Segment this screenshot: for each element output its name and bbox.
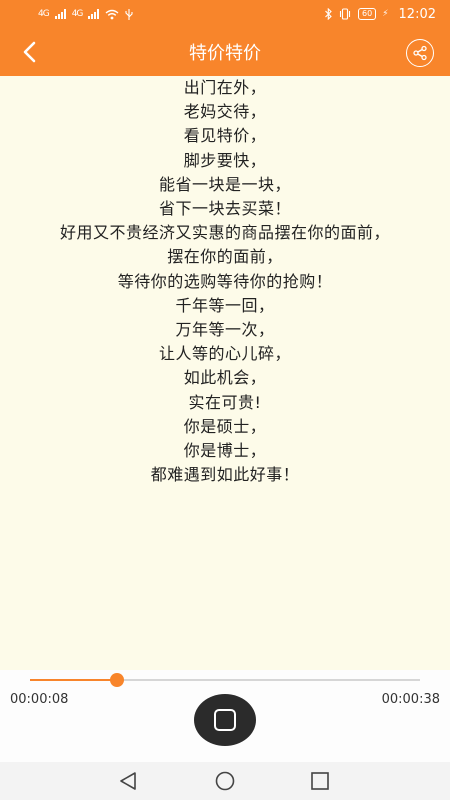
lyric-line: 你是博士， — [183, 441, 267, 461]
lyric-line: 你是硕士， — [183, 416, 267, 436]
page-title: 特价特价 — [189, 43, 261, 64]
nav-home-icon — [215, 771, 235, 791]
usb-icon — [125, 8, 133, 20]
bluetooth-icon — [325, 8, 332, 20]
status-right: 60 ⚡ 12:02 — [325, 7, 436, 22]
chevron-left-icon — [23, 41, 36, 63]
total-time: 00:00:38 — [381, 692, 440, 707]
nav-home-button[interactable] — [213, 770, 237, 792]
app-bar: 特价特价 — [0, 28, 450, 76]
stop-icon — [214, 709, 236, 731]
nav-back-icon — [120, 772, 136, 790]
nav-back-button[interactable] — [116, 770, 140, 792]
lyrics-content[interactable]: 出门在外， 老妈交待， 看见特价， 脚步要快， 能省一块是一块， 省下一块去买菜… — [0, 76, 450, 670]
lyric-line: 能省一块是一块， — [158, 174, 291, 194]
clock: 12:02 — [398, 6, 436, 22]
signal-icon-2 — [88, 9, 100, 19]
lyric-line: 都难遇到如此好事！ — [150, 465, 300, 485]
wifi-icon — [105, 9, 119, 19]
battery-icon: 60 — [358, 8, 377, 20]
nav-recents-button[interactable] — [308, 770, 332, 792]
lyric-line: 看见特价， — [183, 126, 267, 146]
signal-icon — [54, 9, 66, 19]
system-nav-bar — [0, 762, 450, 800]
stop-button[interactable] — [194, 694, 256, 746]
lyric-line: 摆在你的面前， — [167, 247, 283, 267]
sim2-label: 4G — [71, 9, 84, 19]
lyric-line: 省下一块去买菜！ — [158, 199, 291, 219]
progress-track[interactable] — [30, 673, 420, 687]
share-icon — [413, 45, 427, 61]
status-bar: 4G 4G 60 ⚡ 12:02 — [0, 0, 450, 28]
nav-recents-icon — [311, 772, 329, 790]
progress-thumb[interactable] — [110, 673, 125, 687]
status-left: 4G 4G — [38, 8, 133, 20]
back-button[interactable] — [18, 40, 42, 64]
audio-player: 00:00:08 00:00:38 — [0, 670, 450, 762]
lyric-line: 老妈交待， — [183, 102, 267, 122]
lyric-line: 出门在外， — [183, 78, 267, 97]
lyric-line: 等待你的选购等待你的抢购！ — [117, 271, 333, 291]
share-button[interactable] — [406, 39, 434, 67]
lyric-line: 实在可贵! — [188, 392, 262, 412]
lyric-line: 千年等一回， — [175, 295, 275, 315]
progress-fill — [30, 679, 118, 681]
vibrate-icon — [339, 8, 351, 20]
current-time: 00:00:08 — [10, 692, 69, 707]
sim1-label: 4G — [38, 9, 50, 19]
lyric-line: 好用又不贵经济又实惠的商品摆在你的面前， — [59, 223, 390, 243]
lyric-line: 脚步要快， — [183, 150, 267, 170]
lyric-line: 如此机会， — [183, 368, 267, 388]
lyric-line: 让人等的心儿碎， — [158, 344, 291, 364]
lyric-line: 万年等一次， — [175, 320, 275, 340]
charging-icon: ⚡ — [382, 9, 389, 19]
